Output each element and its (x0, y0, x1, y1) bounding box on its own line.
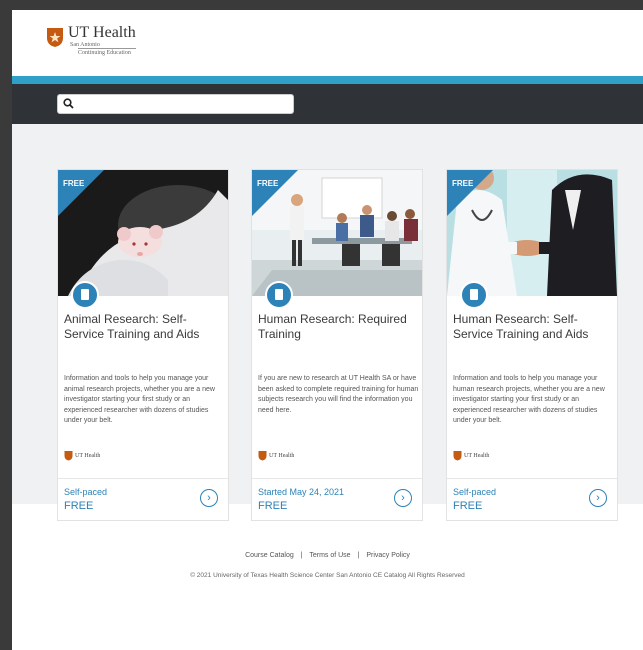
provider-logo: UT Health (64, 450, 100, 461)
course-title[interactable]: Animal Research: Self-Service Training a… (64, 312, 224, 342)
footer-link-privacy[interactable]: Privacy Policy (366, 552, 410, 559)
footer-links: Course Catalog | Terms of Use | Privacy … (12, 552, 643, 559)
chevron-right-icon[interactable]: › (200, 489, 218, 507)
course-footer: Self-paced FREE › (58, 478, 228, 523)
site-header: UT Health San Antonio Continuing Educati… (12, 10, 643, 76)
search-bar-region (12, 84, 643, 124)
course-schedule: Self-paced (64, 487, 108, 497)
shield-logo-icon (47, 28, 63, 47)
course-catalog: FREE Animal Research: Self-Service Train… (12, 124, 643, 521)
shield-logo-icon (258, 451, 267, 461)
chevron-right-icon[interactable]: › (394, 489, 412, 507)
logo-name: UT Health (68, 24, 136, 41)
course-title[interactable]: Human Research: Self-Service Training an… (453, 312, 613, 342)
course-image[interactable]: FREE (252, 170, 422, 296)
free-ribbon (252, 170, 298, 216)
provider-logo-text: UT Health (464, 452, 490, 459)
footer-separator: | (300, 552, 303, 559)
shield-logo-icon (64, 451, 73, 461)
accent-bar (12, 76, 643, 84)
footer-link-terms[interactable]: Terms of Use (309, 552, 350, 559)
book-icon (71, 281, 99, 309)
course-footer: Self-paced FREE › (447, 478, 617, 523)
course-image[interactable]: FREE (447, 170, 617, 296)
site-logo[interactable]: UT Health San Antonio Continuing Educati… (46, 24, 136, 56)
free-badge: FREE (257, 179, 279, 188)
provider-logo-text: UT Health (75, 452, 101, 459)
course-schedule: Self-paced (453, 487, 497, 497)
provider-logo-text: UT Health (269, 452, 295, 459)
site-footer: Course Catalog | Terms of Use | Privacy … (12, 524, 643, 650)
browser-window: UT Health San Antonio Continuing Educati… (12, 10, 643, 650)
search-icon (63, 98, 74, 109)
free-ribbon (58, 170, 104, 216)
free-badge: FREE (63, 179, 85, 188)
chevron-right-icon[interactable]: › (589, 489, 607, 507)
logo-department: Continuing Education (78, 48, 136, 56)
course-footer: Started May 24, 2021 FREE › (252, 478, 422, 523)
shield-logo-icon (453, 451, 462, 461)
course-title[interactable]: Human Research: Required Training (258, 312, 418, 342)
course-price: FREE (258, 500, 288, 512)
course-price: FREE (64, 500, 94, 512)
provider-logo: UT Health (453, 450, 489, 461)
footer-separator: | (357, 552, 360, 559)
search-input[interactable] (78, 96, 292, 114)
course-price: FREE (453, 500, 483, 512)
course-card[interactable]: FREE Human Research: Self-Service Traini… (446, 169, 618, 521)
footer-link-course-catalog[interactable]: Course Catalog (245, 552, 294, 559)
course-schedule: Started May 24, 2021 (258, 487, 345, 497)
book-icon (460, 281, 488, 309)
book-icon (265, 281, 293, 309)
course-card[interactable]: FREE Animal Research: Self-Service Train… (57, 169, 229, 521)
free-badge: FREE (452, 179, 474, 188)
course-card[interactable]: FREE Human Research: Required Training I… (251, 169, 423, 521)
provider-logo: UT Health (258, 450, 294, 461)
course-description: Information and tools to help you manage… (64, 375, 215, 424)
free-ribbon (447, 170, 493, 216)
search-box[interactable] (57, 94, 294, 114)
course-description: Information and tools to help you manage… (453, 375, 605, 424)
course-description: If you are new to research at UT Health … (258, 375, 419, 414)
copyright-text: © 2021 University of Texas Health Scienc… (190, 572, 465, 579)
course-image[interactable]: FREE (58, 170, 228, 296)
